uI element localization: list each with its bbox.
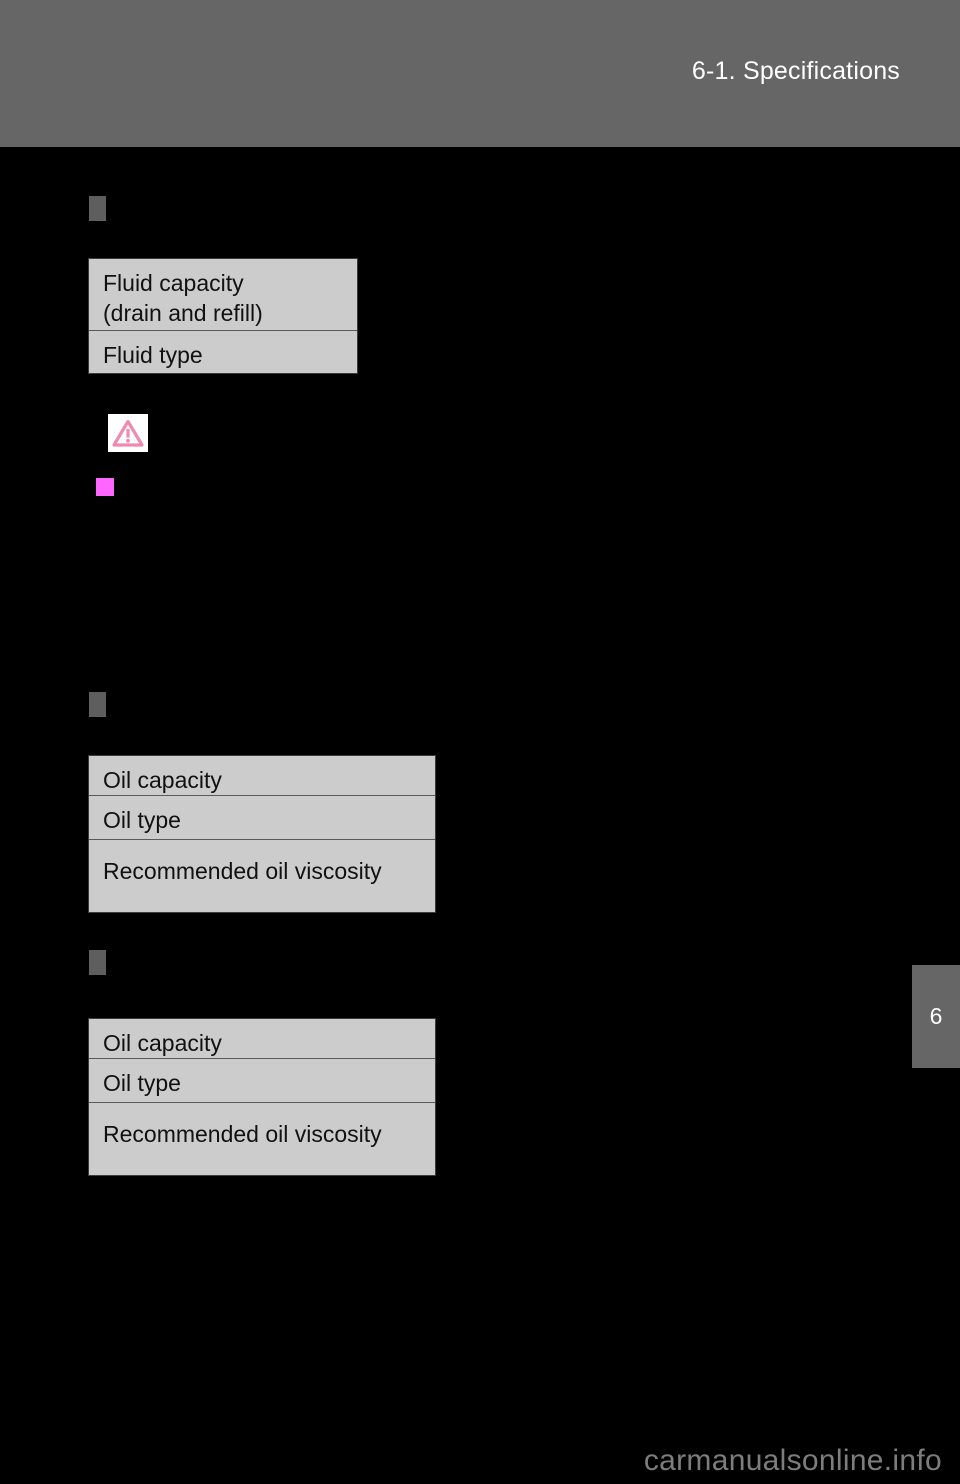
section-marker-fluid xyxy=(89,196,106,221)
warning-triangle-icon xyxy=(108,414,148,452)
spec-label: Oil capacity xyxy=(103,1030,222,1056)
page-title: 6-1. Specifications xyxy=(691,57,900,85)
table-row: Oil capacity xyxy=(89,1019,435,1059)
page-header-band: 6-1. Specifications xyxy=(0,0,960,147)
table-row: Fluid type xyxy=(89,331,357,373)
page-content: Fluid capacity (drain and refill) Fluid … xyxy=(0,147,960,1484)
notice-square-icon xyxy=(96,478,114,496)
spec-table-transfer-oil: Oil capacity Oil type Recommended oil vi… xyxy=(88,1018,436,1176)
spec-label: Oil type xyxy=(103,807,181,833)
spec-label: Oil type xyxy=(103,1070,181,1096)
spec-label: Recommended oil viscosity xyxy=(103,858,382,884)
spec-label: Recommended oil viscosity xyxy=(103,1121,382,1147)
table-row: Oil type xyxy=(89,1059,435,1103)
section-marker-transfer-oil xyxy=(89,950,106,975)
spec-label: Fluid type xyxy=(103,342,203,368)
watermark: carmanualsonline.info xyxy=(643,1444,942,1477)
table-row: Fluid capacity (drain and refill) xyxy=(89,259,357,331)
spec-label: Oil capacity xyxy=(103,767,222,793)
section-marker-engine-oil xyxy=(89,692,106,717)
spec-table-engine-oil: Oil capacity Oil type Recommended oil vi… xyxy=(88,755,436,913)
table-row: Recommended oil viscosity xyxy=(89,840,435,912)
table-row: Recommended oil viscosity xyxy=(89,1103,435,1175)
spec-label: Fluid capacity (drain and refill) xyxy=(103,270,263,326)
page-number-tab: 6 xyxy=(912,965,960,1068)
table-row: Oil capacity xyxy=(89,756,435,796)
table-row: Oil type xyxy=(89,796,435,840)
spec-table-fluid: Fluid capacity (drain and refill) Fluid … xyxy=(88,258,358,374)
